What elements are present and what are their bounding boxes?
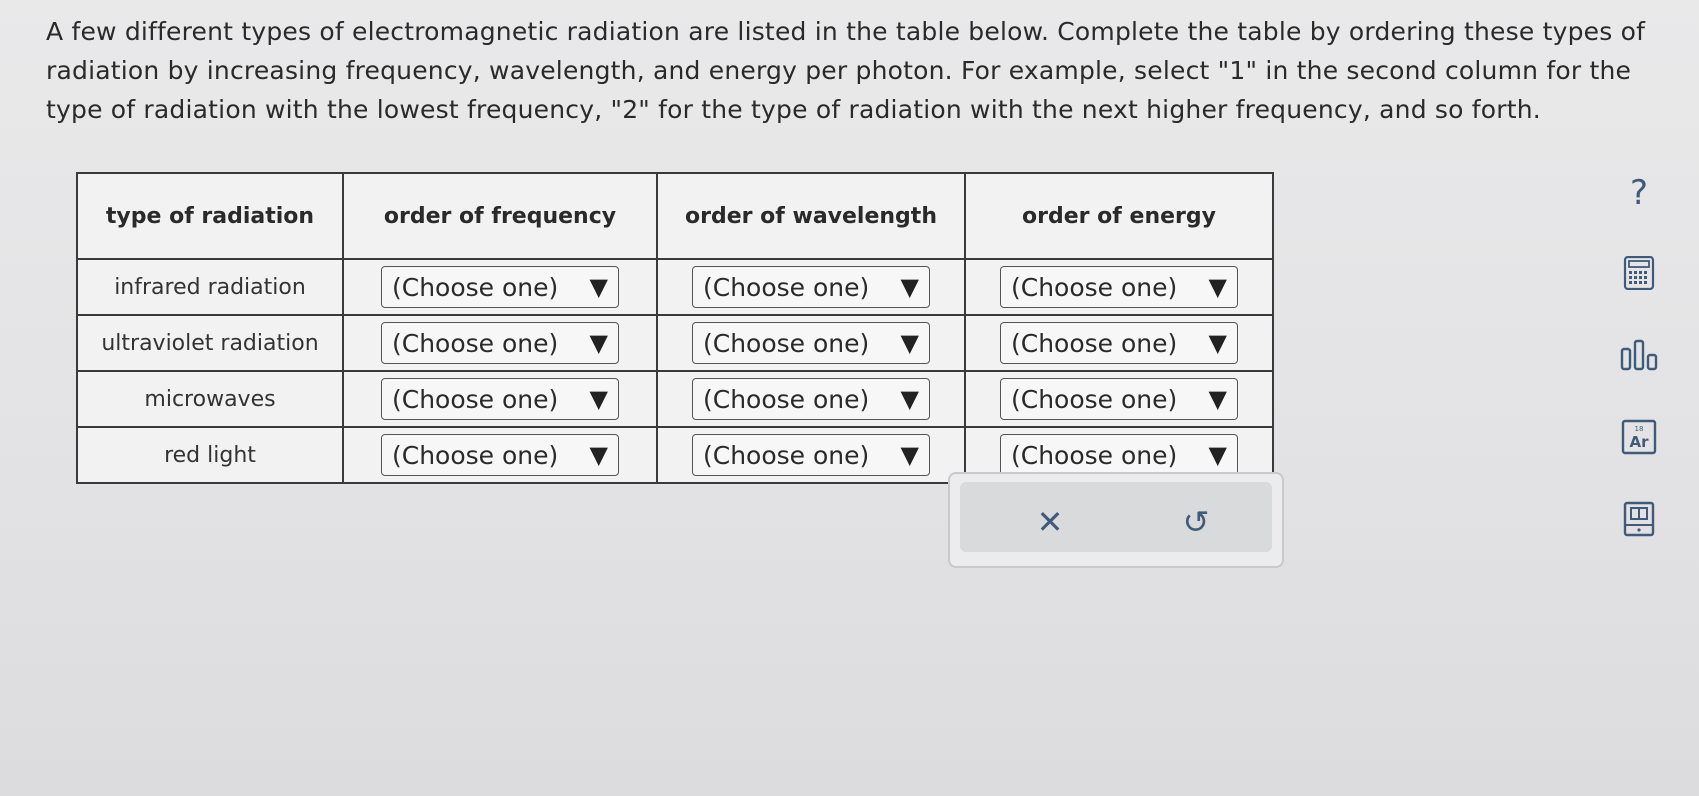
table-row: microwaves (Choose one) ▼ (Choose one) ▼ bbox=[76, 370, 1274, 428]
select-value: (Choose one) bbox=[392, 272, 559, 302]
wavelength-select[interactable]: (Choose one) ▼ bbox=[692, 266, 930, 308]
data-chart-icon bbox=[1620, 339, 1658, 371]
question-text: A few different types of electromagnetic… bbox=[46, 17, 1646, 124]
periodic-number: 18 bbox=[1635, 425, 1644, 433]
wavelength-cell: (Choose one) ▼ bbox=[656, 314, 966, 372]
radiation-order-table: type of radiation order of frequency ord… bbox=[76, 172, 1274, 484]
dropdown-arrow-icon: ▼ bbox=[900, 441, 919, 469]
reference-button[interactable] bbox=[1616, 496, 1662, 542]
select-value: (Choose one) bbox=[392, 328, 559, 358]
energy-cell: (Choose one) ▼ bbox=[964, 258, 1274, 316]
periodic-symbol: Ar bbox=[1629, 433, 1649, 451]
energy-select[interactable]: (Choose one) ▼ bbox=[1000, 434, 1238, 476]
header-order-of-frequency: order of frequency bbox=[342, 172, 658, 260]
radiation-type-cell: microwaves bbox=[76, 370, 344, 428]
dropdown-arrow-icon: ▼ bbox=[1208, 385, 1227, 413]
radiation-type-cell: red light bbox=[76, 426, 344, 484]
dropdown-arrow-icon: ▼ bbox=[1208, 273, 1227, 301]
answer-action-panel: ✕ ↺ bbox=[948, 472, 1284, 568]
energy-cell: (Choose one) ▼ bbox=[964, 370, 1274, 428]
frequency-cell: (Choose one) ▼ bbox=[342, 258, 658, 316]
select-value: (Choose one) bbox=[1011, 272, 1178, 302]
wavelength-cell: (Choose one) ▼ bbox=[656, 426, 966, 484]
wavelength-select[interactable]: (Choose one) ▼ bbox=[692, 434, 930, 476]
frequency-select[interactable]: (Choose one) ▼ bbox=[381, 322, 619, 364]
wavelength-cell: (Choose one) ▼ bbox=[656, 258, 966, 316]
frequency-cell: (Choose one) ▼ bbox=[342, 314, 658, 372]
energy-select[interactable]: (Choose one) ▼ bbox=[1000, 322, 1238, 364]
energy-select[interactable]: (Choose one) ▼ bbox=[1000, 378, 1238, 420]
undo-button[interactable]: ↺ bbox=[1174, 500, 1218, 544]
dropdown-arrow-icon: ▼ bbox=[589, 329, 608, 357]
periodic-table-icon: 18 Ar bbox=[1621, 419, 1657, 455]
dropdown-arrow-icon: ▼ bbox=[900, 273, 919, 301]
energy-cell: (Choose one) ▼ bbox=[964, 314, 1274, 372]
dropdown-arrow-icon: ▼ bbox=[1208, 441, 1227, 469]
select-value: (Choose one) bbox=[1011, 384, 1178, 414]
radiation-table-container: type of radiation order of frequency ord… bbox=[76, 172, 1274, 484]
data-chart-button[interactable] bbox=[1616, 332, 1662, 378]
table-row: infrared radiation (Choose one) ▼ (Choos… bbox=[76, 258, 1274, 316]
radiation-type-cell: infrared radiation bbox=[76, 258, 344, 316]
periodic-table-button[interactable]: 18 Ar bbox=[1616, 414, 1662, 460]
select-value: (Choose one) bbox=[392, 440, 559, 470]
select-value: (Choose one) bbox=[703, 328, 870, 358]
reference-book-icon bbox=[1623, 501, 1655, 537]
table-header-row: type of radiation order of frequency ord… bbox=[76, 172, 1274, 260]
dropdown-arrow-icon: ▼ bbox=[1208, 329, 1227, 357]
wavelength-cell: (Choose one) ▼ bbox=[656, 370, 966, 428]
energy-select[interactable]: (Choose one) ▼ bbox=[1000, 266, 1238, 308]
header-order-of-energy: order of energy bbox=[964, 172, 1274, 260]
select-value: (Choose one) bbox=[1011, 440, 1178, 470]
wavelength-select[interactable]: (Choose one) ▼ bbox=[692, 322, 930, 364]
header-type-of-radiation: type of radiation bbox=[76, 172, 344, 260]
select-value: (Choose one) bbox=[703, 440, 870, 470]
dropdown-arrow-icon: ▼ bbox=[589, 441, 608, 469]
question-prompt: A few different types of electromagnetic… bbox=[46, 12, 1646, 129]
select-value: (Choose one) bbox=[703, 384, 870, 414]
calculator-button[interactable] bbox=[1616, 250, 1662, 296]
table-row: ultraviolet radiation (Choose one) ▼ (Ch… bbox=[76, 314, 1274, 372]
undo-icon: ↺ bbox=[1182, 503, 1210, 541]
dropdown-arrow-icon: ▼ bbox=[589, 273, 608, 301]
frequency-cell: (Choose one) ▼ bbox=[342, 370, 658, 428]
header-order-of-wavelength: order of wavelength bbox=[656, 172, 966, 260]
close-icon: ✕ bbox=[1036, 503, 1064, 541]
radiation-type-cell: ultraviolet radiation bbox=[76, 314, 344, 372]
help-icon: ? bbox=[1629, 173, 1649, 213]
select-value: (Choose one) bbox=[1011, 328, 1178, 358]
frequency-cell: (Choose one) ▼ bbox=[342, 426, 658, 484]
select-value: (Choose one) bbox=[392, 384, 559, 414]
dropdown-arrow-icon: ▼ bbox=[900, 385, 919, 413]
help-button[interactable]: ? bbox=[1616, 170, 1662, 216]
wavelength-select[interactable]: (Choose one) ▼ bbox=[692, 378, 930, 420]
dropdown-arrow-icon: ▼ bbox=[589, 385, 608, 413]
frequency-select[interactable]: (Choose one) ▼ bbox=[381, 378, 619, 420]
calculator-icon bbox=[1623, 256, 1655, 290]
frequency-select[interactable]: (Choose one) ▼ bbox=[381, 266, 619, 308]
action-bar: ✕ ↺ bbox=[960, 482, 1272, 552]
frequency-select[interactable]: (Choose one) ▼ bbox=[381, 434, 619, 476]
dropdown-arrow-icon: ▼ bbox=[900, 329, 919, 357]
clear-answer-button[interactable]: ✕ bbox=[1028, 500, 1072, 544]
select-value: (Choose one) bbox=[703, 272, 870, 302]
